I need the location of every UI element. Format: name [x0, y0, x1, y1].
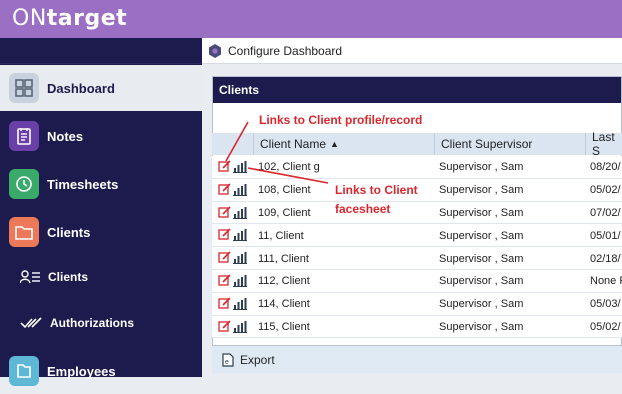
profile-annotation-arrow	[225, 121, 249, 162]
annotation-arrows	[225, 121, 329, 184]
facesheet-annotation-arrow	[247, 167, 329, 184]
